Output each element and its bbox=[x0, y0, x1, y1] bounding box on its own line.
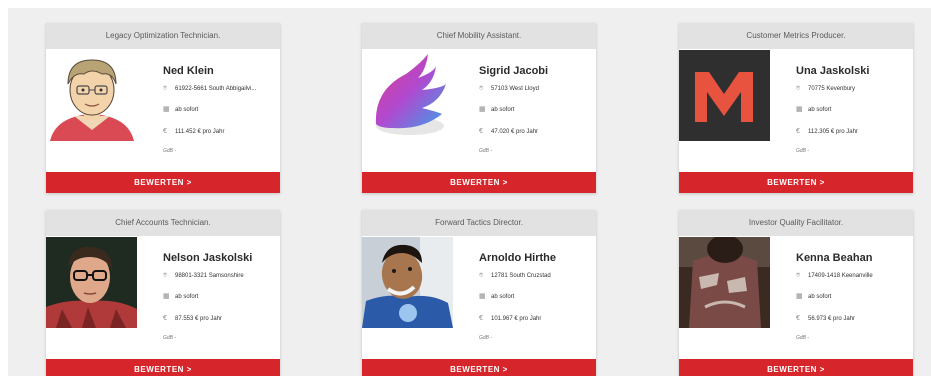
calendar-icon: ▦ bbox=[163, 106, 170, 113]
location-row: ⌾ 61922-5661 South Abbigailvi... bbox=[163, 83, 278, 95]
calendar-icon: ▦ bbox=[796, 106, 803, 113]
map-pin-icon: ⌾ bbox=[479, 272, 484, 279]
salary-row: €112.305 € pro Jahr bbox=[796, 126, 911, 138]
salary-row: €111.452 € pro Jahr bbox=[163, 126, 278, 138]
calendar-icon: ▦ bbox=[479, 106, 486, 113]
availability-text: ab sofort bbox=[491, 294, 515, 300]
salary-row: €47.020 € pro Jahr bbox=[479, 126, 594, 138]
euro-icon: € bbox=[479, 128, 483, 135]
card-job-title: Customer Metrics Producer. bbox=[679, 23, 913, 49]
card-job-title: Forward Tactics Director. bbox=[362, 210, 596, 236]
gdb-label: GdB - bbox=[796, 335, 810, 341]
salary-row: €87.553 € pro Jahr bbox=[163, 313, 278, 325]
location-row: ⌾ 70775 Kevenbury bbox=[796, 83, 911, 95]
availability-text: ab sofort bbox=[175, 294, 199, 300]
map-pin-icon: ⌾ bbox=[796, 85, 801, 92]
avatar bbox=[362, 50, 453, 141]
availability-text: ab sofort bbox=[491, 107, 515, 113]
card-job-title: Chief Mobility Assistant. bbox=[362, 23, 596, 49]
rate-button[interactable]: BEWERTEN > bbox=[679, 359, 913, 376]
availability-text: ab sofort bbox=[808, 294, 832, 300]
euro-icon: € bbox=[163, 315, 167, 322]
avatar bbox=[46, 237, 137, 328]
candidate-name: Nelson Jaskolski bbox=[163, 252, 253, 264]
candidate-name: Una Jaskolski bbox=[796, 65, 870, 77]
availability-row: ▦ ab sofort bbox=[479, 291, 594, 303]
location-row: ⌾ 17409-1418 Keenanville bbox=[796, 270, 911, 282]
calendar-icon: ▦ bbox=[163, 293, 170, 300]
gdb-label: GdB - bbox=[796, 148, 810, 154]
map-pin-icon: ⌾ bbox=[479, 85, 484, 92]
salary-text: 112.305 € pro Jahr bbox=[808, 129, 858, 135]
calendar-icon: ▦ bbox=[479, 293, 486, 300]
candidate-name: Arnoldo Hirthe bbox=[479, 252, 556, 264]
avatar bbox=[679, 50, 770, 141]
salary-row: €56.973 € pro Jahr bbox=[796, 313, 911, 325]
euro-icon: € bbox=[163, 128, 167, 135]
availability-text: ab sofort bbox=[808, 107, 832, 113]
candidate-card: Forward Tactics Director. Arnoldo Hirthe… bbox=[362, 210, 596, 376]
card-job-title: Chief Accounts Technician. bbox=[46, 210, 280, 236]
candidate-name: Ned Klein bbox=[163, 65, 214, 77]
location-text: 70775 Kevenbury bbox=[808, 86, 856, 92]
candidate-name: Sigrid Jacobi bbox=[479, 65, 549, 77]
location-text: 57103 West Lloyd bbox=[491, 86, 539, 92]
avatar bbox=[362, 237, 453, 328]
location-row: ⌾ 98801-3321 Samsonshire bbox=[163, 270, 278, 282]
rate-button[interactable]: BEWERTEN > bbox=[362, 359, 596, 376]
euro-icon: € bbox=[796, 128, 800, 135]
availability-row: ▦ ab sofort bbox=[796, 104, 911, 116]
availability-row: ▦ ab sofort bbox=[163, 104, 278, 116]
candidate-card: Legacy Optimization Technician. Ned Klei… bbox=[46, 23, 280, 193]
rate-button[interactable]: BEWERTEN > bbox=[679, 172, 913, 193]
salary-text: 101.967 € pro Jahr bbox=[491, 316, 542, 322]
calendar-icon: ▦ bbox=[796, 293, 803, 300]
candidate-card: Customer Metrics Producer. Una Jaskolski… bbox=[679, 23, 913, 193]
euro-icon: € bbox=[479, 315, 483, 322]
salary-text: 87.553 € pro Jahr bbox=[175, 316, 223, 322]
availability-row: ▦ ab sofort bbox=[479, 104, 594, 116]
gdb-label: GdB - bbox=[163, 335, 177, 341]
map-pin-icon: ⌾ bbox=[163, 272, 168, 279]
availability-text: ab sofort bbox=[175, 107, 199, 113]
salary-text: 111.452 € pro Jahr bbox=[175, 129, 225, 135]
card-job-title: Investor Quality Facilitator. bbox=[679, 210, 913, 236]
salary-row: €101.967 € pro Jahr bbox=[479, 313, 594, 325]
card-job-title: Legacy Optimization Technician. bbox=[46, 23, 280, 49]
avatar bbox=[46, 50, 137, 141]
location-text: 61922-5661 South Abbigailvi... bbox=[175, 86, 257, 92]
candidate-card: Investor Quality Facilitator. Kenna Beah… bbox=[679, 210, 913, 376]
rate-button[interactable]: BEWERTEN > bbox=[46, 359, 280, 376]
availability-row: ▦ ab sofort bbox=[796, 291, 911, 303]
location-row: ⌾ 12781 South Cruzstad bbox=[479, 270, 594, 282]
gdb-label: GdB - bbox=[479, 148, 493, 154]
salary-text: 47.020 € pro Jahr bbox=[491, 129, 539, 135]
gdb-label: GdB - bbox=[163, 148, 177, 154]
candidate-name: Kenna Beahan bbox=[796, 252, 873, 264]
location-text: 98801-3321 Samsonshire bbox=[175, 273, 244, 279]
map-pin-icon: ⌾ bbox=[163, 85, 168, 92]
salary-text: 56.973 € pro Jahr bbox=[808, 316, 856, 322]
location-row: ⌾ 57103 West Lloyd bbox=[479, 83, 594, 95]
candidate-card: Chief Accounts Technician. Nelson Jaskol… bbox=[46, 210, 280, 376]
location-text: 17409-1418 Keenanville bbox=[808, 273, 873, 279]
rate-button[interactable]: BEWERTEN > bbox=[46, 172, 280, 193]
gdb-label: GdB - bbox=[479, 335, 493, 341]
euro-icon: € bbox=[796, 315, 800, 322]
candidate-card: Chief Mobility Assistant. Sigrid Jacobi … bbox=[362, 23, 596, 193]
availability-row: ▦ ab sofort bbox=[163, 291, 278, 303]
location-text: 12781 South Cruzstad bbox=[491, 273, 551, 279]
rate-button[interactable]: BEWERTEN > bbox=[362, 172, 596, 193]
map-pin-icon: ⌾ bbox=[796, 272, 801, 279]
avatar bbox=[679, 237, 770, 328]
